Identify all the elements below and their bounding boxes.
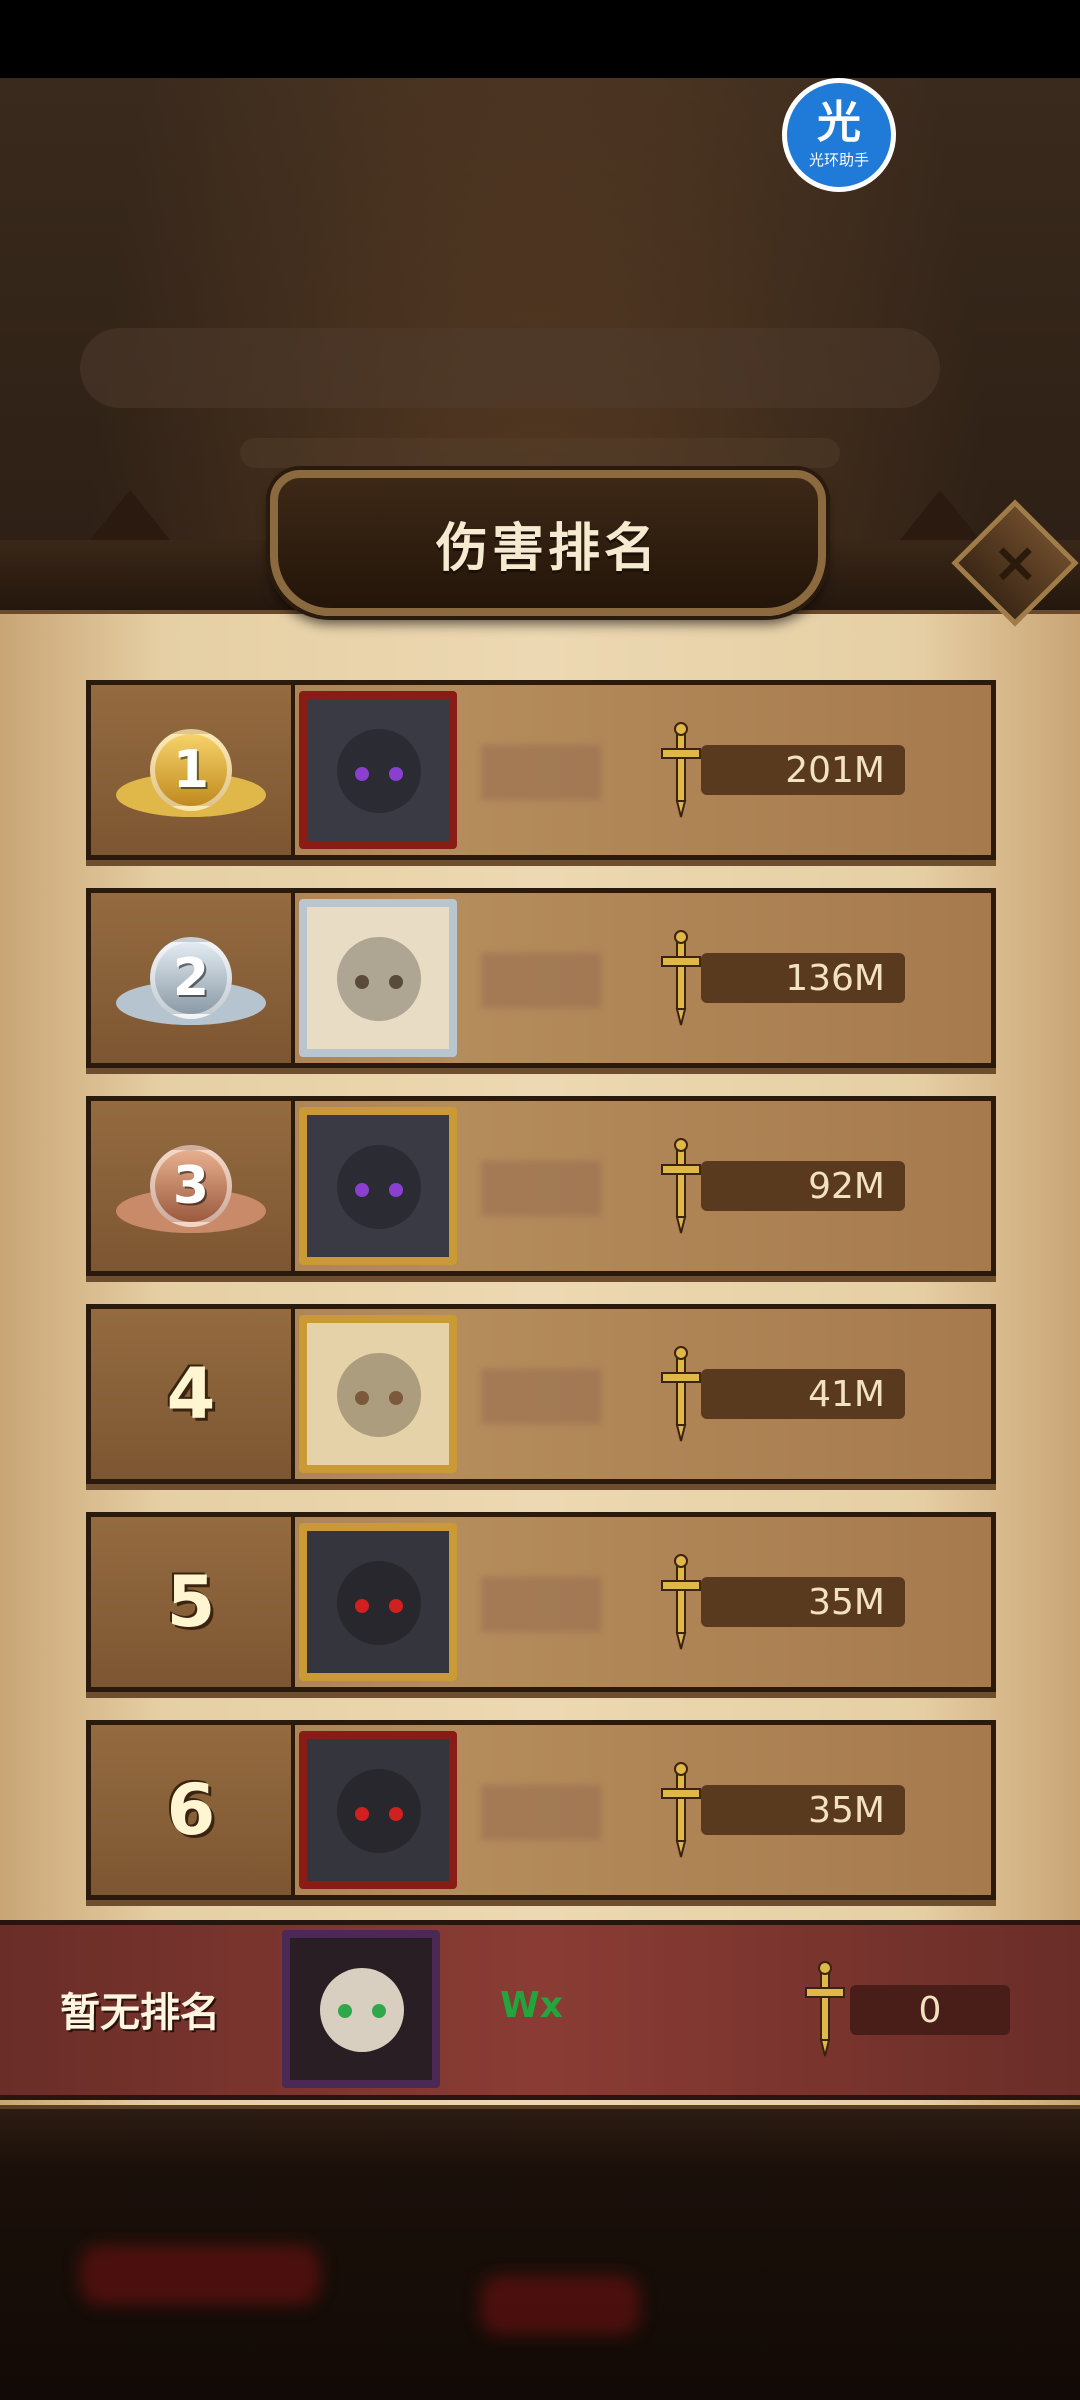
player-avatar[interactable] [299,1731,457,1889]
rank-cell: 3 [91,1101,295,1271]
avatar-portrait [337,937,421,1021]
avatar-eye [355,1391,369,1405]
damage-score: 35M [701,1785,905,1835]
rank-cell: 4 [91,1309,295,1479]
blurred-bottom-area [0,2165,1080,2400]
player-avatar[interactable] [299,691,457,849]
avatar-eye [355,1599,369,1613]
status-bar [0,0,1080,78]
blurred-decoration [80,2245,320,2305]
avatar-portrait [337,1561,421,1645]
avatar-portrait [337,729,421,813]
rank-number: 3 [150,1145,232,1227]
overlay-badge-glyph: 光 [817,96,861,148]
sword-icon [661,930,701,1026]
page-title: 伤害排名 [435,518,660,579]
avatar-portrait [337,1769,421,1853]
blurred-subtitle [240,438,840,468]
sword-icon [805,1961,845,2057]
player-name-redacted [481,1161,601,1216]
panel-footer-band [0,2105,1080,2169]
ranking-row[interactable]: 4 41M [86,1304,996,1484]
sword-icon [661,722,701,818]
damage-score: 35M [701,1577,905,1627]
rank-number: 6 [166,1769,216,1851]
avatar-portrait [337,1145,421,1229]
avatar-eye [389,975,403,989]
avatar-eye [389,767,403,781]
ranking-row[interactable]: 3 92M [86,1096,996,1276]
blurred-search-bar [80,328,940,408]
damage-score: 41M [701,1369,905,1419]
player-avatar[interactable] [299,1523,457,1681]
avatar-eye [355,1183,369,1197]
avatar-portrait [337,1353,421,1437]
sword-icon [661,1138,701,1234]
damage-score: 201M [701,745,905,795]
avatar-eye [355,975,369,989]
sword-icon [661,1762,701,1858]
player-name-redacted [481,745,601,800]
my-rank-label: 暂无排名 [60,1990,220,2036]
avatar-eye [389,1183,403,1197]
ranking-row[interactable]: 6 35M [86,1720,996,1900]
avatar-eye [389,1599,403,1613]
silver-medal-icon: 2 [116,923,266,1033]
rank-number: 1 [150,729,232,811]
bronze-medal-icon: 3 [116,1131,266,1241]
ranking-row[interactable]: 2 136M [86,888,996,1068]
rank-cell: 6 [91,1725,295,1895]
blurred-decoration [480,2275,640,2335]
sword-icon [661,1346,701,1442]
gold-medal-icon: 1 [116,715,266,825]
rank-cell: 2 [91,893,295,1063]
my-avatar[interactable] [282,1930,440,2088]
sword-icon [661,1554,701,1650]
damage-score: 92M [701,1161,905,1211]
header-spike [90,490,170,540]
my-player-name: Wx [500,1985,563,2026]
avatar-eye [355,1807,369,1821]
rank-cell: 1 [91,685,295,855]
ranking-row[interactable]: 1 201M [86,680,996,860]
header-spike [900,490,980,540]
player-name-redacted [481,1369,601,1424]
avatar-eye [355,767,369,781]
title-plate: 伤害排名 [270,470,826,616]
player-name-redacted [481,953,601,1008]
avatar-eye [389,1391,403,1405]
rank-cell: 5 [91,1517,295,1687]
avatar-eye [389,1807,403,1821]
player-avatar[interactable] [299,1107,457,1265]
rank-number: 5 [166,1561,216,1643]
player-name-redacted [481,1785,601,1840]
player-name-redacted [481,1577,601,1632]
player-avatar[interactable] [299,899,457,1057]
overlay-badge[interactable]: 光 光环助手 [782,78,896,192]
rank-number: 4 [166,1353,216,1435]
my-score-value: 0 [850,1985,1010,2035]
damage-score: 136M [701,953,905,1003]
ranking-row[interactable]: 5 35M [86,1512,996,1692]
player-avatar[interactable] [299,1315,457,1473]
overlay-badge-label: 光环助手 [808,150,869,169]
rank-number: 2 [150,937,232,1019]
my-rank-row: 暂无排名 Wx 0 [0,1920,1080,2100]
close-icon: × [991,529,1039,595]
